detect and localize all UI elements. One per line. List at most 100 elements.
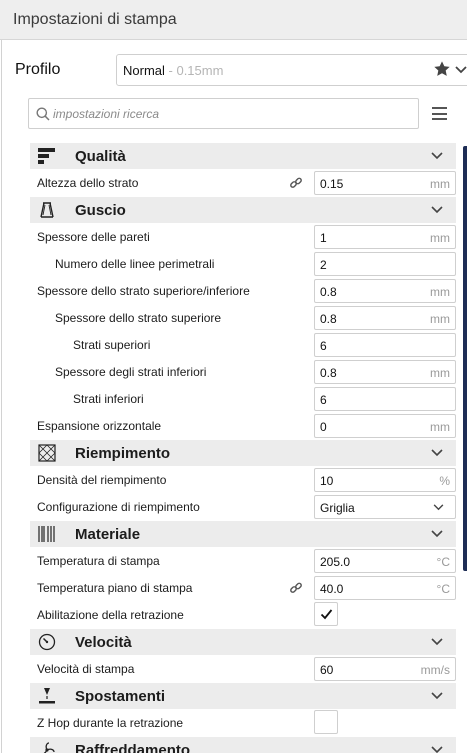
settings-search-input[interactable]: impostazioni ricerca [28,98,419,129]
field-value: 10 [320,474,334,488]
setting-label: Numero delle linee perimetrali [55,257,215,271]
infill-density-input[interactable]: 10 % [314,468,456,492]
category-infill[interactable]: Riempimento [30,440,456,466]
category-speed-label: Velocità [75,634,132,651]
setting-label: Velocità di stampa [37,662,135,676]
travel-icon [39,688,55,704]
chevron-down-icon[interactable] [431,152,443,160]
profile-label: Profilo [15,61,61,78]
layer-height-input[interactable]: 0.15 mm [314,171,456,195]
infill-icon [38,444,56,462]
setting-label: Strati superiori [73,338,151,352]
setting-print-speed: Velocità di stampa 60 mm/s [30,656,456,683]
link-icon[interactable] [289,581,303,595]
setting-label: Densità del riempimento [37,473,167,487]
infill-pattern-select[interactable]: Griglia [314,495,456,519]
link-icon[interactable] [289,176,303,190]
field-value: 0 [320,420,327,434]
category-cooling[interactable]: Raffreddamento [30,737,456,753]
chevron-down-icon[interactable] [431,746,443,753]
scrollbar[interactable] [463,146,467,571]
setting-infill-pattern: Configurazione di riempimento Griglia [30,494,456,521]
speed-icon [38,633,56,651]
panel-border [1,40,2,753]
profile-layer-height: - 0.15mm [164,63,224,78]
setting-top-thickness: Spessore dello strato superiore 0.8 mm [30,305,456,332]
field-unit: mm [430,285,450,299]
field-value: Griglia [320,501,355,515]
field-unit: mm [430,177,450,191]
setting-label: Temperatura piano di stampa [37,581,193,595]
field-value: 60 [320,663,334,677]
category-travel[interactable]: Spostamenti [30,683,456,709]
favorite-star-icon[interactable] [433,60,451,78]
setting-top-layers: Strati superiori 6 [30,332,456,359]
field-unit: °C [436,582,450,596]
category-shell[interactable]: Guscio [30,197,456,223]
setting-label: Espansione orizzontale [37,419,162,433]
chevron-down-icon[interactable] [431,449,443,457]
setting-z-hop: Z Hop durante la retrazione [30,710,456,737]
profile-selector[interactable]: Normal - 0.15mm [116,54,467,86]
print-temperature-input[interactable]: 205.0 °C [314,549,456,573]
setting-label: Z Hop durante la retrazione [37,716,184,730]
setting-label: Configurazione di riempimento [37,500,200,514]
search-placeholder: impostazioni ricerca [53,107,160,121]
chevron-down-icon[interactable] [431,530,443,538]
bottom-thickness-input[interactable]: 0.8 mm [314,360,456,384]
panel-title: Impostazioni di stampa [13,11,177,28]
top-bottom-thickness-input[interactable]: 0.8 mm [314,279,456,303]
field-unit: °C [436,555,450,569]
category-speed[interactable]: Velocità [30,629,456,655]
field-value: 0.8 [320,285,337,299]
cooling-icon [43,742,55,753]
category-cooling-label: Raffreddamento [75,742,191,753]
panel-titlebar: Impostazioni di stampa [0,0,467,40]
setting-label: Abilitazione della retrazione [37,608,184,622]
setting-horizontal-expansion: Espansione orizzontale 0 mm [30,413,456,440]
category-quality-label: Qualità [75,148,126,165]
field-unit: mm [430,420,450,434]
field-value: 0.15 [320,177,344,191]
setting-top-bottom-thickness: Spessore dello strato superiore/inferior… [30,278,456,305]
top-layers-input[interactable]: 6 [314,333,456,357]
horizontal-expansion-input[interactable]: 0 mm [314,414,456,438]
field-value: 40.0 [320,582,344,596]
profile-name: Normal [123,63,165,78]
field-unit: mm [430,312,450,326]
setting-layer-height: Altezza dello strato 0.15 mm [30,170,456,197]
print-speed-input[interactable]: 60 mm/s [314,657,456,681]
setting-label: Spessore delle pareti [37,230,150,244]
shell-icon [40,202,54,218]
bottom-layers-input[interactable]: 6 [314,387,456,411]
setting-print-temperature: Temperatura di stampa 205.0 °C [30,548,456,575]
category-material[interactable]: Materiale [30,521,456,547]
category-material-label: Materiale [75,526,141,543]
wall-thickness-input[interactable]: 1 mm [314,225,456,249]
field-value: 205.0 [320,555,351,569]
category-infill-label: Riempimento [75,445,171,462]
chevron-down-icon[interactable] [431,206,443,214]
field-unit: % [439,474,450,488]
setting-wall-thickness: Spessore delle pareti 1 mm [30,224,456,251]
setting-wall-line-count: Numero delle linee perimetrali 2 [30,251,456,278]
chevron-down-icon[interactable] [431,638,443,646]
setting-bottom-layers: Strati inferiori 6 [30,386,456,413]
field-value: 0.8 [320,312,337,326]
field-unit: mm [430,231,450,245]
setting-label: Spessore dello strato superiore/inferior… [37,284,250,298]
settings-menu-icon[interactable] [432,107,447,120]
retraction-checkbox[interactable] [314,602,338,626]
setting-label: Spessore dello strato superiore [55,311,222,325]
bed-temperature-input[interactable]: 40.0 °C [314,576,456,600]
chevron-down-icon[interactable] [431,692,443,700]
setting-label: Altezza dello strato [37,176,139,190]
z-hop-checkbox[interactable] [314,710,338,734]
field-unit: mm/s [420,663,450,677]
profile-chevron-down-icon[interactable] [455,66,467,74]
top-thickness-input[interactable]: 0.8 mm [314,306,456,330]
field-unit: mm [430,366,450,380]
wall-line-count-input[interactable]: 2 [314,252,456,276]
category-quality[interactable]: Qualità [30,143,456,169]
category-shell-label: Guscio [75,202,126,219]
